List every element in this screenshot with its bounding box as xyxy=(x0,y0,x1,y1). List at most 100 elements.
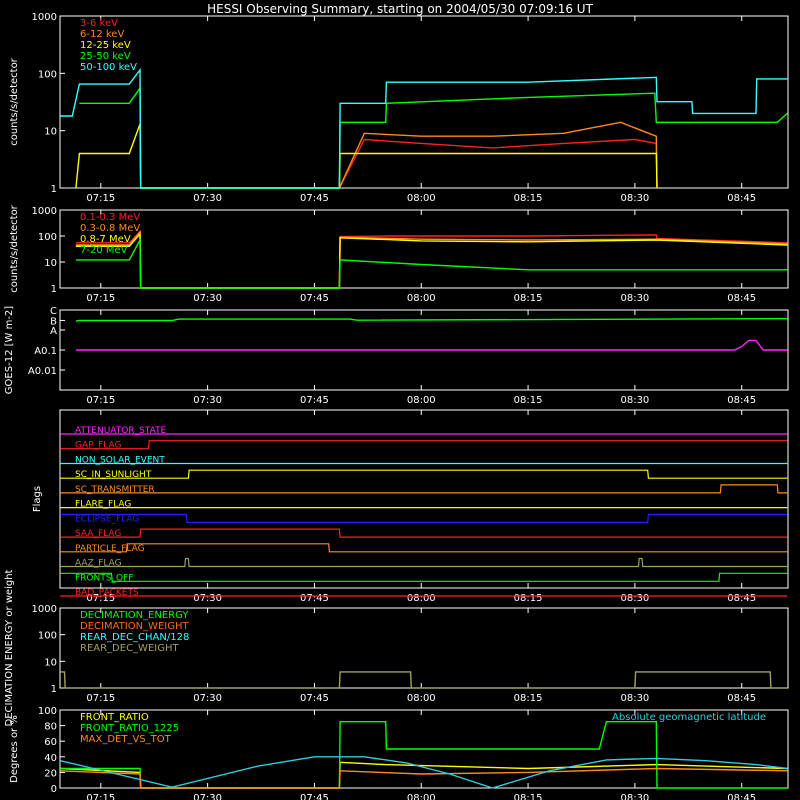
hessi-observing-summary: HESSI Observing Summary, starting on 200… xyxy=(4,2,789,800)
countrate-high-xtick-label: 08:15 xyxy=(514,293,543,304)
goes-ytick-label: A0.1 xyxy=(34,346,57,357)
flags-row-1 xyxy=(60,440,788,450)
decimation-xtick-label: 08:15 xyxy=(514,693,543,704)
goes-xtick-label: 08:45 xyxy=(727,395,756,406)
countrate-high-xtick-label: 07:45 xyxy=(300,293,329,304)
flags-xtick-label: 07:45 xyxy=(300,593,329,604)
decimation-legend-2: REAR_DEC_CHAN/128 xyxy=(80,632,189,643)
countrate-low-xtick-label: 08:00 xyxy=(407,193,436,204)
countrate-high-xtick-label: 07:15 xyxy=(86,293,115,304)
goes-xtick-label: 07:30 xyxy=(193,395,222,406)
countrate-low-xtick-label: 08:30 xyxy=(620,193,649,204)
flags-label-11: BAD_PACKETS xyxy=(75,588,139,598)
countrate-high-ytick-label: 1000 xyxy=(32,206,57,217)
countrate-high-ytick-label: 1 xyxy=(51,284,57,295)
countrate-high-ylabel: counts/s/detector xyxy=(9,204,20,292)
goes-xtick-label: 07:45 xyxy=(300,395,329,406)
decimation-legend-3: REAR_DEC_WEIGHT xyxy=(80,643,179,654)
decimation-xtick-label: 08:45 xyxy=(727,693,756,704)
flags-label-9: AAZ_FLAG xyxy=(75,559,122,569)
figure-title: HESSI Observing Summary, starting on 200… xyxy=(207,2,593,16)
countrate-low-ytick-label: 1000 xyxy=(32,12,57,23)
decimation-xtick-label: 08:00 xyxy=(407,693,436,704)
countrate-high-xtick-label: 08:45 xyxy=(727,293,756,304)
goes-series-0 xyxy=(75,317,788,322)
flags-frame xyxy=(59,409,789,589)
flags-xtick-label: 08:45 xyxy=(727,593,756,604)
countrate-low-series-1 xyxy=(338,121,658,189)
flags-label-4: SC_TRANSMITTER xyxy=(75,485,155,495)
goes-ytick-label: B xyxy=(50,316,57,327)
countrate-low-legend-4: 50-100 keV xyxy=(80,62,137,73)
flags-xtick-label: 08:00 xyxy=(407,593,436,604)
flags-label-0: ATTENUATOR_STATE xyxy=(75,426,167,436)
ratios-xtick-label: 07:45 xyxy=(300,793,329,800)
flags-xtick-label: 07:30 xyxy=(193,593,222,604)
flags-xtick-label: 08:30 xyxy=(620,593,649,604)
countrate-high-legend-3: 7-20 MeV xyxy=(80,245,128,256)
ratios-ytick-label: 80 xyxy=(44,722,57,733)
countrate-high-xtick-label: 07:30 xyxy=(193,293,222,304)
decimation-legend-0: DECIMATION_ENERGY xyxy=(80,610,189,621)
goes-xtick-label: 07:15 xyxy=(86,395,115,406)
countrate-low-xtick-label: 07:15 xyxy=(86,193,115,204)
countrate-low-ylabel: counts/s/detector xyxy=(9,57,20,145)
countrate-low-series-4 xyxy=(60,67,788,189)
ratios-series-3 xyxy=(60,756,788,789)
flags-label-10: FRONTS_OFF xyxy=(75,573,133,583)
goes-ytick-label: A0.01 xyxy=(28,366,57,377)
countrate-low-legend-2: 12-25 keV xyxy=(80,40,131,51)
flags-row-6 xyxy=(60,513,788,523)
countrate-high-series-3 xyxy=(75,237,788,289)
ratios-series-2 xyxy=(60,767,788,789)
ratios-ytick-label: 0 xyxy=(51,784,57,795)
countrate-low-legend-0: 3-6 keV xyxy=(80,18,118,29)
countrate-high-legend-0: 0.1-0.3 MeV xyxy=(80,212,140,223)
goes-xtick-label: 08:00 xyxy=(407,395,436,406)
decimation-ytick-label: 10 xyxy=(44,657,57,668)
countrate-low-ytick-label: 100 xyxy=(38,69,57,80)
decimation-xtick-label: 08:30 xyxy=(620,693,649,704)
ratios-ytick-label: 20 xyxy=(44,768,57,779)
decimation-ytick-label: 100 xyxy=(38,631,57,642)
decimation-xtick-label: 07:45 xyxy=(300,693,329,704)
flags-row-4 xyxy=(60,484,788,494)
flags-row-9 xyxy=(60,557,788,568)
flags-label-1: GAP_FLAG xyxy=(75,441,121,451)
ratios-ytick-label: 60 xyxy=(44,737,57,748)
ratios-xtick-label: 08:00 xyxy=(407,793,436,800)
countrate-low-xtick-label: 08:45 xyxy=(727,193,756,204)
flags-label-7: SAA_FLAG xyxy=(75,529,121,539)
countrate-high-xtick-label: 08:00 xyxy=(407,293,436,304)
countrate-low-xtick-label: 07:30 xyxy=(193,193,222,204)
goes-ylabel: GOES-12 [W m-2] xyxy=(4,306,15,394)
flags-label-2: NON_SOLAR_EVENT xyxy=(75,455,165,465)
flags-label-5: FLARE_FLAG xyxy=(75,500,131,510)
goes-series-1 xyxy=(75,339,788,351)
flags-row-8 xyxy=(60,543,788,553)
countrate-low-ytick-label: 10 xyxy=(44,127,57,138)
ratios-ytick-label: 100 xyxy=(38,706,57,717)
flags-label-8: PARTICLE_FLAG xyxy=(75,544,145,554)
ratios-legend-2: MAX_DET_VS_TOT xyxy=(80,734,172,745)
countrate-high-frame xyxy=(59,209,789,289)
ratios-legend-0: FRONT_RATIO xyxy=(80,712,149,723)
flags-row-3 xyxy=(60,469,788,479)
ratios-xtick-label: 08:45 xyxy=(727,793,756,800)
decimation-legend-1: DECIMATION_WEIGHT xyxy=(80,621,189,632)
ratios-xtick-label: 07:30 xyxy=(193,793,222,800)
goes-ytick-label: A xyxy=(50,326,57,337)
countrate-high-ytick-label: 10 xyxy=(44,258,57,269)
countrate-high-legend-1: 0.3-0.8 MeV xyxy=(80,223,140,234)
countrate-high-legend-2: 0.8-7 MeV xyxy=(80,234,131,245)
countrate-low-ytick-label: 1 xyxy=(51,184,57,195)
countrate-low-xtick-label: 08:15 xyxy=(514,193,543,204)
ratios-xtick-label: 07:15 xyxy=(86,793,115,800)
decimation-xtick-label: 07:15 xyxy=(86,693,115,704)
decimation-ytick-label: 1000 xyxy=(32,604,57,615)
ratios-xtick-label: 08:15 xyxy=(514,793,543,800)
flags-label-6: ECLIPSE_FLAG xyxy=(75,514,139,524)
ratios-xtick-label: 08:30 xyxy=(620,793,649,800)
flags-label-3: SC_IN_SUNLIGHT xyxy=(75,470,152,480)
decimation-ylabel: DECIMATION ENERGY or weight xyxy=(4,569,15,726)
